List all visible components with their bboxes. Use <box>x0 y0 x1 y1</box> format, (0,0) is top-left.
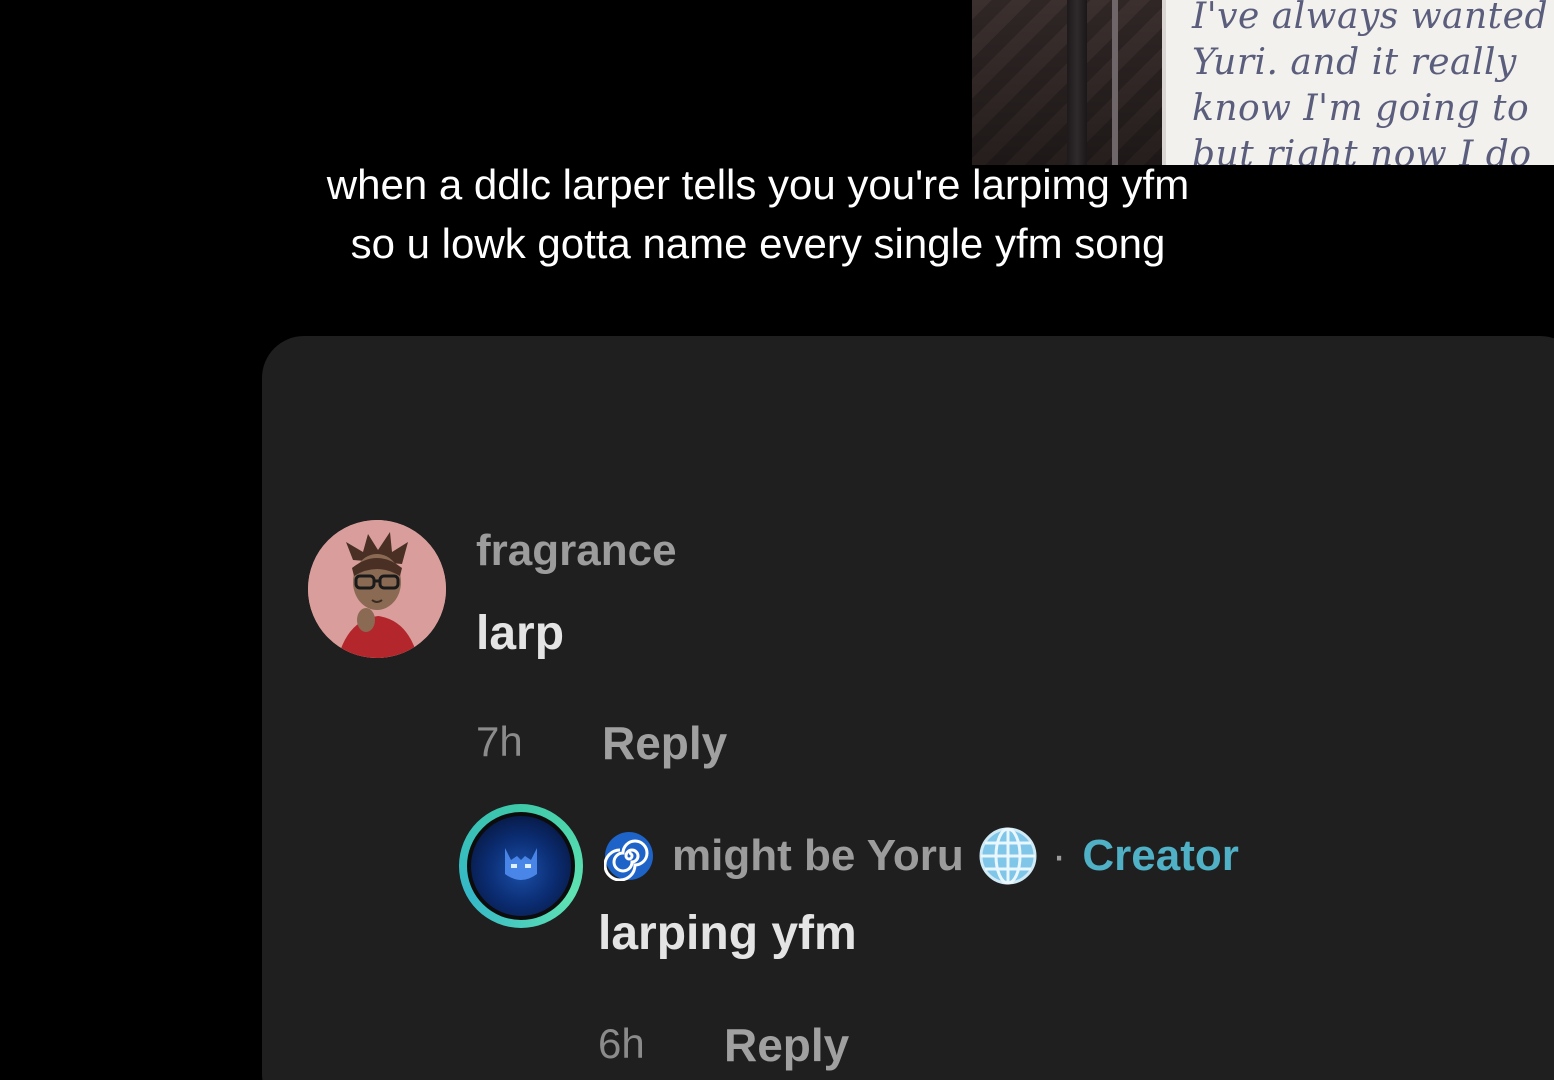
note-line: I've always wanted <box>1192 0 1548 37</box>
comment-username[interactable]: might be Yoru <box>672 831 964 881</box>
comment-text: larping yfm <box>598 907 857 960</box>
avatar[interactable] <box>467 812 575 920</box>
note-line: know I'm going to <box>1192 88 1530 129</box>
reply-button[interactable]: Reply <box>602 716 727 770</box>
handwritten-note: I've always wanted Yuri. and it really k… <box>1162 0 1554 165</box>
avatar-illustration-icon <box>308 520 446 658</box>
reply-button[interactable]: Reply <box>724 1018 849 1072</box>
comment-timestamp: 6h <box>598 1020 645 1067</box>
inset-photo <box>972 0 1172 165</box>
comment-username[interactable]: fragrance <box>476 526 677 576</box>
comment-timestamp: 7h <box>476 718 523 765</box>
inset-image: I've always wanted Yuri. and it really k… <box>972 0 1554 165</box>
globe-icon <box>979 827 1037 885</box>
screen: I've always wanted Yuri. and it really k… <box>0 0 1554 1080</box>
caption-line-2: so u lowk gotta name every single yfm so… <box>350 220 1166 267</box>
creator-badge: Creator <box>1082 831 1239 880</box>
caption-line-1: when a ddlc larper tells you you're larp… <box>326 161 1190 208</box>
comments-panel <box>262 336 1554 1080</box>
avatar[interactable] <box>308 520 446 658</box>
separator-dot: · <box>1051 831 1067 880</box>
avatar-cat-icon <box>505 848 537 880</box>
spiral-icon <box>604 832 653 881</box>
note-line: Yuri. and it really <box>1192 42 1517 83</box>
comment-text: larp <box>476 607 565 660</box>
comment-header: might be Yoru · Creator <box>604 826 1239 886</box>
